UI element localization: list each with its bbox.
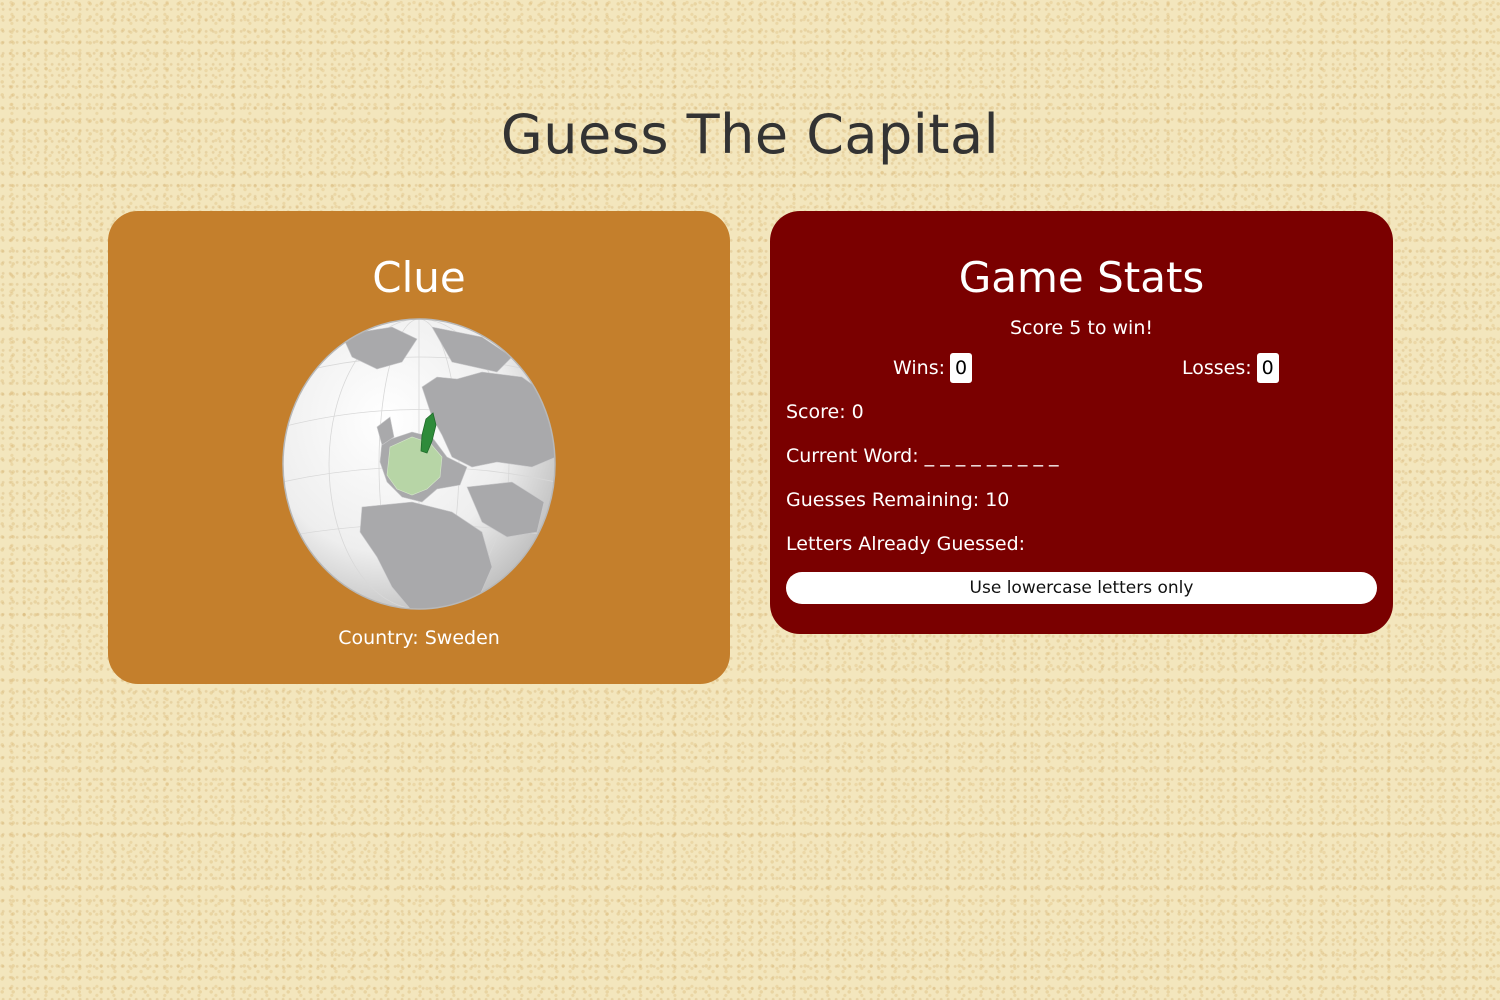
score-line: Score: 0	[786, 401, 864, 423]
current-word-line: Current Word: _ _ _ _ _ _ _ _ _	[786, 445, 1059, 467]
stats-title: Game Stats	[958, 253, 1205, 302]
guesses-remaining-line: Guesses Remaining: 10	[786, 489, 1010, 511]
game-stats-card: Game Stats Score 5 to win! Wins: 0 Losse…	[770, 211, 1393, 634]
letters-guessed-line: Letters Already Guessed:	[786, 533, 1026, 555]
losses-counter: Losses: 0	[1182, 353, 1279, 383]
globe-svg	[282, 318, 556, 610]
lowercase-hint-button[interactable]: Use lowercase letters only	[786, 572, 1377, 604]
wins-value: 0	[950, 353, 972, 383]
globe-map-icon	[282, 317, 556, 611]
clue-card: Clue Country: Sweden	[108, 211, 730, 684]
country-label: Country: Sweden	[338, 627, 500, 649]
win-message: Score 5 to win!	[1010, 317, 1153, 339]
wins-label: Wins:	[893, 357, 945, 379]
losses-label: Losses:	[1182, 357, 1252, 379]
wins-counter: Wins: 0	[893, 353, 972, 383]
clue-title: Clue	[372, 253, 466, 302]
losses-value: 0	[1256, 353, 1279, 383]
page-title: Guess The Capital	[500, 103, 1000, 166]
